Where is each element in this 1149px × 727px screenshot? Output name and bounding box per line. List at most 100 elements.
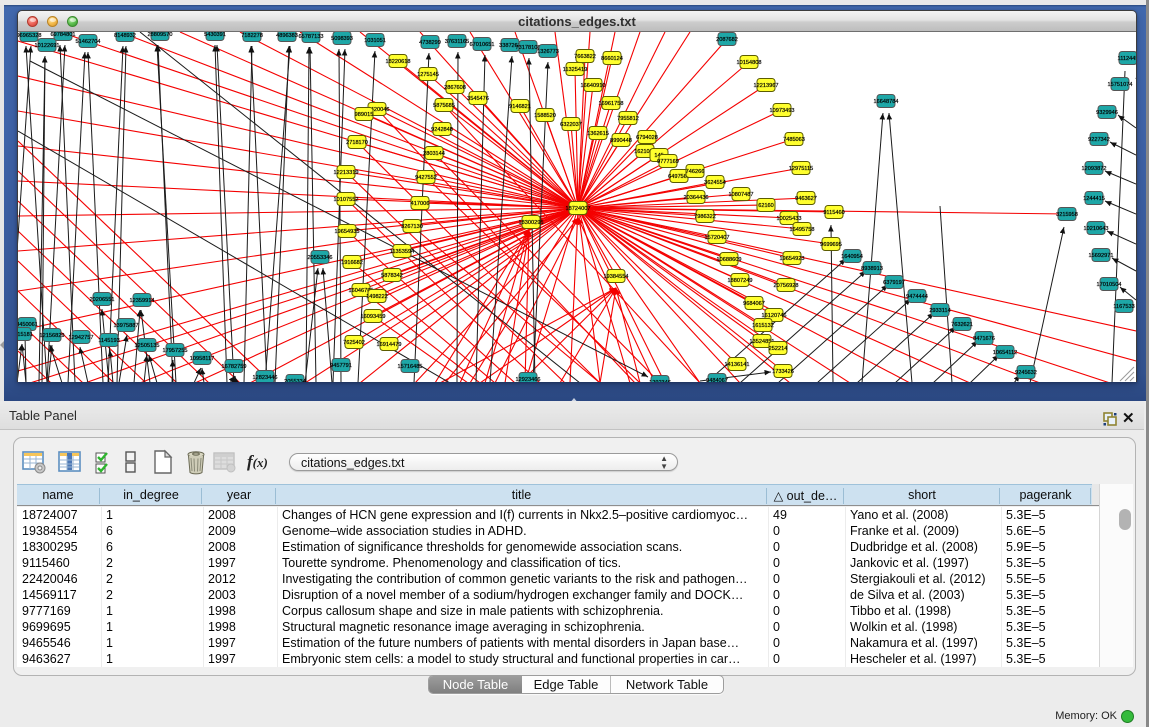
svg-text:3545476: 3545476 bbox=[467, 96, 489, 102]
svg-text:252214: 252214 bbox=[769, 346, 788, 352]
svg-text:16495758: 16495758 bbox=[790, 227, 815, 233]
svg-text:7632621: 7632621 bbox=[951, 322, 973, 328]
svg-text:9245632: 9245632 bbox=[1015, 370, 1037, 376]
svg-text:16961758: 16961758 bbox=[599, 101, 624, 107]
svg-text:12823446: 12823446 bbox=[253, 375, 278, 381]
svg-text:16782759: 16782759 bbox=[222, 364, 247, 370]
svg-text:17010504: 17010504 bbox=[1097, 282, 1122, 288]
svg-text:12093872: 12093872 bbox=[1082, 166, 1107, 172]
svg-text:16648784: 16648784 bbox=[874, 99, 899, 105]
svg-text:1112445: 1112445 bbox=[1118, 56, 1136, 62]
svg-text:417006: 417006 bbox=[411, 201, 430, 207]
svg-text:10210643: 10210643 bbox=[1084, 226, 1109, 232]
svg-text:10107552: 10107552 bbox=[334, 197, 359, 203]
svg-text:6322037: 6322037 bbox=[560, 122, 582, 128]
svg-text:62160: 62160 bbox=[758, 203, 774, 209]
svg-text:18220618: 18220618 bbox=[386, 59, 411, 65]
svg-text:2803144: 2803144 bbox=[423, 151, 445, 157]
svg-text:9463627: 9463627 bbox=[795, 196, 817, 202]
svg-text:2055334: 2055334 bbox=[284, 379, 306, 382]
svg-text:96965328: 96965328 bbox=[18, 33, 41, 39]
svg-text:1362615: 1362615 bbox=[587, 131, 609, 137]
svg-text:51462704: 51462704 bbox=[76, 39, 101, 45]
svg-text:15692971: 15692971 bbox=[1089, 253, 1114, 259]
svg-text:1145193: 1145193 bbox=[98, 338, 119, 344]
svg-text:7986322: 7986322 bbox=[694, 214, 716, 220]
svg-text:7625402: 7625402 bbox=[343, 340, 365, 346]
svg-text:7663822: 7663822 bbox=[574, 54, 596, 60]
svg-text:37631165: 37631165 bbox=[445, 39, 469, 45]
svg-text:9427552: 9427552 bbox=[415, 175, 437, 181]
svg-text:10122691: 10122691 bbox=[35, 43, 60, 49]
svg-text:4896383: 4896383 bbox=[276, 33, 298, 39]
svg-text:9684067: 9684067 bbox=[743, 301, 765, 307]
svg-text:3267130: 3267130 bbox=[401, 224, 423, 230]
svg-text:10958117: 10958117 bbox=[190, 356, 214, 362]
svg-text:20364436: 20364436 bbox=[684, 195, 709, 201]
svg-text:8148932: 8148932 bbox=[114, 33, 136, 39]
svg-text:18807249: 18807249 bbox=[728, 278, 753, 284]
svg-text:9329946: 9329946 bbox=[1096, 110, 1118, 116]
svg-text:12505135: 12505135 bbox=[135, 343, 160, 349]
svg-text:1615132: 1615132 bbox=[752, 323, 774, 329]
svg-text:11325419: 11325419 bbox=[563, 67, 587, 73]
svg-text:1640954: 1640954 bbox=[841, 254, 863, 260]
svg-text:16093459: 16093459 bbox=[361, 314, 386, 320]
svg-text:19654935: 19654935 bbox=[335, 229, 360, 235]
svg-text:19654923: 19654923 bbox=[780, 256, 805, 262]
svg-text:69784801: 69784801 bbox=[51, 32, 76, 38]
svg-text:1167533: 1167533 bbox=[1113, 304, 1134, 310]
svg-text:20553346: 20553346 bbox=[308, 255, 333, 261]
svg-text:16914479: 16914479 bbox=[377, 342, 402, 348]
svg-text:9146821: 9146821 bbox=[509, 104, 531, 110]
svg-text:12156829: 12156829 bbox=[40, 333, 65, 339]
svg-text:9777169: 9777169 bbox=[657, 159, 679, 165]
svg-text:14136141: 14136141 bbox=[725, 362, 750, 368]
svg-text:5098393: 5098393 bbox=[331, 36, 353, 42]
svg-text:1292346: 1292346 bbox=[649, 380, 671, 382]
svg-text:10025433: 10025433 bbox=[777, 216, 802, 222]
svg-text:67010651: 67010651 bbox=[470, 42, 495, 48]
svg-text:9227342: 9227342 bbox=[1088, 137, 1110, 143]
svg-text:17957255: 17957255 bbox=[163, 348, 188, 354]
svg-text:1733426: 1733426 bbox=[772, 369, 794, 375]
svg-text:8660124: 8660124 bbox=[601, 56, 623, 62]
svg-text:8450061: 8450061 bbox=[18, 322, 38, 328]
svg-text:13975887: 13975887 bbox=[114, 323, 139, 329]
svg-text:7955812: 7955812 bbox=[617, 116, 639, 122]
svg-text:1031051: 1031051 bbox=[364, 38, 386, 44]
svg-text:10807487: 10807487 bbox=[729, 192, 754, 198]
svg-text:15720407: 15720407 bbox=[705, 235, 730, 241]
svg-text:5430391: 5430391 bbox=[204, 32, 226, 38]
svg-text:2718170: 2718170 bbox=[346, 140, 368, 146]
svg-text:28809570: 28809570 bbox=[148, 32, 173, 38]
svg-text:9699695: 9699695 bbox=[820, 242, 842, 248]
svg-text:9474444: 9474444 bbox=[906, 294, 928, 300]
svg-text:18300295: 18300295 bbox=[519, 220, 544, 226]
svg-text:2087682: 2087682 bbox=[716, 37, 738, 43]
svg-text:5875685: 5875685 bbox=[433, 103, 455, 109]
svg-text:16120746: 16120746 bbox=[762, 313, 787, 319]
svg-text:12923466: 12923466 bbox=[516, 377, 541, 382]
svg-text:1326773: 1326773 bbox=[537, 49, 559, 55]
svg-text:10688609: 10688609 bbox=[717, 257, 742, 263]
svg-text:5878342: 5878342 bbox=[381, 273, 403, 279]
svg-text:15716485: 15716485 bbox=[398, 364, 423, 370]
svg-text:20206551: 20206551 bbox=[90, 297, 115, 303]
svg-text:11353594: 11353594 bbox=[390, 249, 414, 255]
svg-text:3215958: 3215958 bbox=[1056, 212, 1078, 218]
svg-text:12213967: 12213967 bbox=[754, 83, 779, 89]
svg-text:9115460: 9115460 bbox=[823, 210, 844, 216]
svg-text:8471676: 8471676 bbox=[973, 336, 995, 342]
svg-text:3624554: 3624554 bbox=[704, 180, 726, 186]
svg-text:2933114: 2933114 bbox=[929, 308, 950, 314]
svg-text:6379197: 6379197 bbox=[883, 280, 905, 286]
svg-text:12975115: 12975115 bbox=[789, 166, 813, 172]
svg-text:2867608: 2867608 bbox=[444, 85, 466, 91]
svg-text:9484067: 9484067 bbox=[706, 378, 728, 382]
svg-text:12942757: 12942757 bbox=[69, 335, 94, 341]
svg-text:989015: 989015 bbox=[355, 112, 374, 118]
svg-text:4738299: 4738299 bbox=[419, 40, 441, 46]
svg-text:12213319: 12213319 bbox=[334, 170, 359, 176]
svg-text:3915181: 3915181 bbox=[18, 332, 33, 338]
